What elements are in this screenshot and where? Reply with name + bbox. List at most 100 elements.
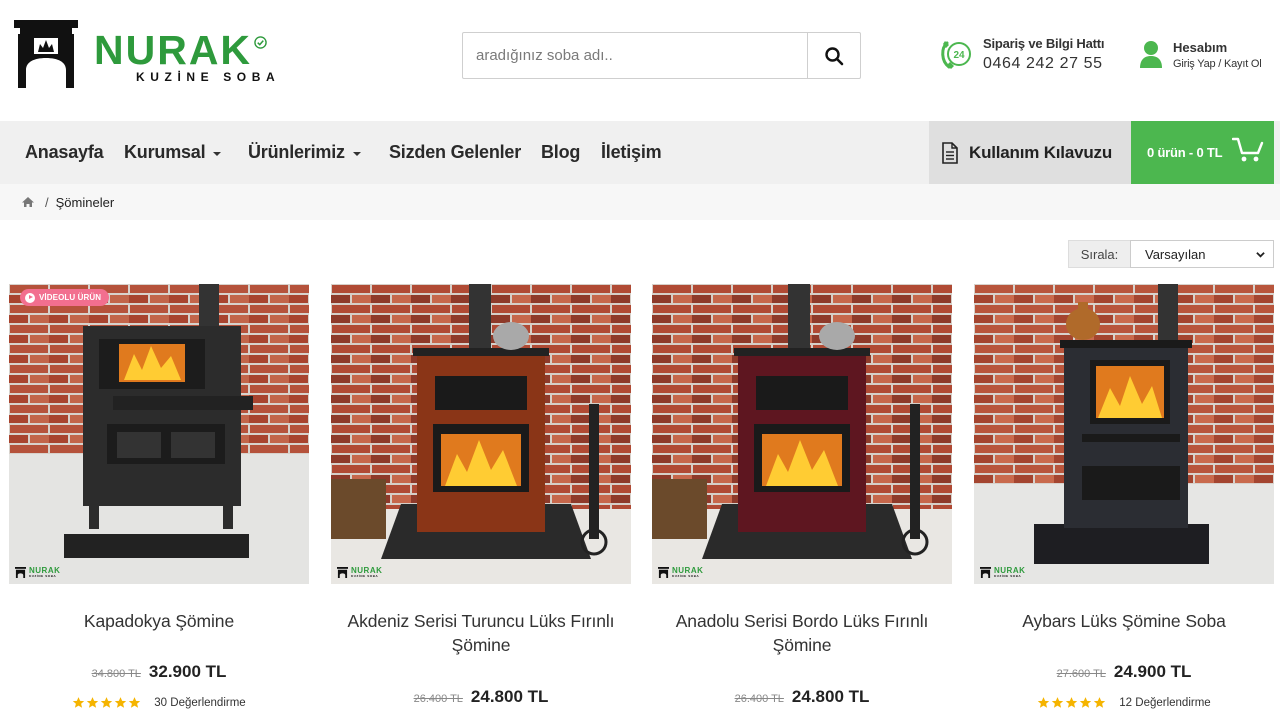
product-image[interactable]: NURAK KUZİNE SOBA [974,284,1274,584]
product-image[interactable]: VİDEOLU ÜRÜN NURAK KUZİNE SOBA [9,284,309,584]
chevron-down-icon [1256,251,1265,258]
video-badge-label: VİDEOLU ÜRÜN [39,293,102,302]
watermark-sub: KUZİNE SOBA [351,574,379,578]
product-card[interactable]: NURAK KUZİNE SOBA Akdeniz Serisi Turuncu… [331,284,631,720]
search-input[interactable] [463,33,807,78]
star-icon [1094,697,1106,708]
brand-name: NURAK [94,27,253,73]
product-info: Kapadokya Şömine 34.800 TL 32.900 TL 30 … [9,584,309,720]
nav-item-iletisim[interactable]: İletişim [601,121,662,184]
search-button[interactable] [807,33,860,78]
main-nav: Anasayfa Kurumsal Ürünlerimiz Sizden Gel… [0,121,1280,184]
old-price: 26.400 TL [734,693,784,705]
nav-item-blog[interactable]: Blog [541,121,580,184]
old-price: 27.600 TL [1056,668,1106,680]
sort-label: Sırala: [1068,240,1130,268]
search-bar [462,32,861,79]
rating-row: 30 Değerlendirme [9,696,309,709]
search-icon [825,46,844,65]
old-price: 34.800 TL [91,668,141,680]
star-icon [129,697,141,708]
stove-logo-icon [658,567,669,578]
sort-selected-value: Varsayılan [1145,246,1206,262]
brand-logo[interactable]: NURAK KUZİNE SOBA [12,18,280,90]
sort-control: Sırala: Varsayılan [1068,240,1274,268]
star-icon [115,697,127,708]
current-price: 24.800 TL [470,687,549,706]
sort-select[interactable]: Varsayılan [1130,240,1274,268]
cart-icon [1232,137,1264,161]
product-image[interactable]: NURAK KUZİNE SOBA [652,284,952,584]
star-icon [87,697,99,708]
product-title[interactable]: Kapadokya Şömine [19,609,299,633]
hotline-contact[interactable]: 24 Sipariş ve Bilgi Hattı 0464 242 27 55 [939,36,1105,73]
price-row: 27.600 TL 24.900 TL [974,662,1274,682]
price-row: 34.800 TL 32.900 TL [9,662,309,682]
stove-logo-icon [980,567,991,578]
caret-down-icon [352,151,361,156]
review-count[interactable]: 12 Değerlendirme [1119,697,1210,709]
star-icon [1080,697,1092,708]
product-image[interactable]: NURAK KUZİNE SOBA [331,284,631,584]
login-register-link[interactable]: Giriş Yap / Kayıt Ol [1173,58,1262,70]
cart-button[interactable]: 0 ürün - 0 TL [1131,121,1274,184]
star-rating [1037,696,1107,709]
product-info: Aybars Lüks Şömine Soba 27.600 TL 24.900… [974,584,1274,720]
breadcrumb: / Şömineler [0,184,1280,220]
document-icon [942,141,958,164]
star-rating [72,696,142,709]
product-title[interactable]: Akdeniz Serisi Turuncu Lüks Fırınlı Şömi… [341,609,621,657]
nav-item-label: İletişim [601,142,662,162]
price-row: 26.400 TL 24.800 TL [331,687,631,707]
watermark-sub: KUZİNE SOBA [672,574,700,578]
breadcrumb-separator: / [45,194,49,210]
product-title[interactable]: Aybars Lüks Şömine Soba [984,609,1264,633]
home-icon[interactable] [21,196,35,208]
product-title[interactable]: Anadolu Serisi Bordo Lüks Fırınlı Şömine [662,609,942,657]
account-menu[interactable]: Hesabım Giriş Yap / Kayıt Ol [1139,40,1262,70]
phone-24-icon: 24 [941,41,971,69]
play-icon [25,292,35,303]
product-card[interactable]: VİDEOLU ÜRÜN NURAK KUZİNE SOBA Kapadokya… [9,284,309,720]
product-card[interactable]: NURAK KUZİNE SOBA Aybars Lüks Şömine Sob… [974,284,1274,720]
nav-item-label: Kurumsal [124,142,206,162]
star-icon [73,697,85,708]
stove-logo-icon [337,567,348,578]
user-icon [1140,41,1162,68]
current-price: 32.900 TL [148,662,227,681]
price-row: 26.400 TL 24.800 TL [652,687,952,707]
watermark-sub: KUZİNE SOBA [994,574,1022,578]
nav-item-label: Sizden Gelenler [389,142,522,162]
star-icon [1052,697,1064,708]
nav-item-label: Anasayfa [25,142,104,162]
video-product-badge: VİDEOLU ÜRÜN [20,289,110,306]
watermark-sub: KUZİNE SOBA [29,574,57,578]
nav-item-label: Ürünlerimiz [248,142,345,162]
star-icon [1066,697,1078,708]
nav-item-anasayfa[interactable]: Anasayfa [25,121,104,184]
rating-row: 12 Değerlendirme [974,696,1274,709]
current-price: 24.900 TL [1113,662,1192,681]
brand-watermark: NURAK KUZİNE SOBA [980,567,1025,578]
nav-item-label: Blog [541,142,581,162]
nav-item-kurumsal[interactable]: Kurumsal [124,121,222,184]
cart-summary: 0 ürün - 0 TL [1147,145,1223,160]
hotline-badge: 24 [953,50,965,61]
nav-item-urunlerimiz[interactable]: Ürünlerimiz [248,121,361,184]
hotline-number[interactable]: 0464 242 27 55 [983,55,1104,73]
user-guide-button[interactable]: Kullanım Kılavuzu [929,121,1131,184]
stove-logo-icon [14,20,78,88]
nav-item-sizden-gelenler[interactable]: Sizden Gelenler [389,121,521,184]
brand-watermark: NURAK KUZİNE SOBA [337,567,382,578]
account-title: Hesabım [1173,40,1228,55]
product-card[interactable]: NURAK KUZİNE SOBA Anadolu Serisi Bordo L… [652,284,952,720]
review-count[interactable]: 30 Değerlendirme [154,697,245,709]
site-header: NURAK KUZİNE SOBA 24 Sipar [0,0,1280,121]
star-icon [1038,697,1050,708]
current-price: 24.800 TL [791,687,870,706]
star-icon [101,697,113,708]
old-price: 26.400 TL [413,693,463,705]
caret-down-icon [213,151,222,156]
user-guide-label: Kullanım Kılavuzu [969,142,1113,162]
check-badge-icon [254,36,267,49]
